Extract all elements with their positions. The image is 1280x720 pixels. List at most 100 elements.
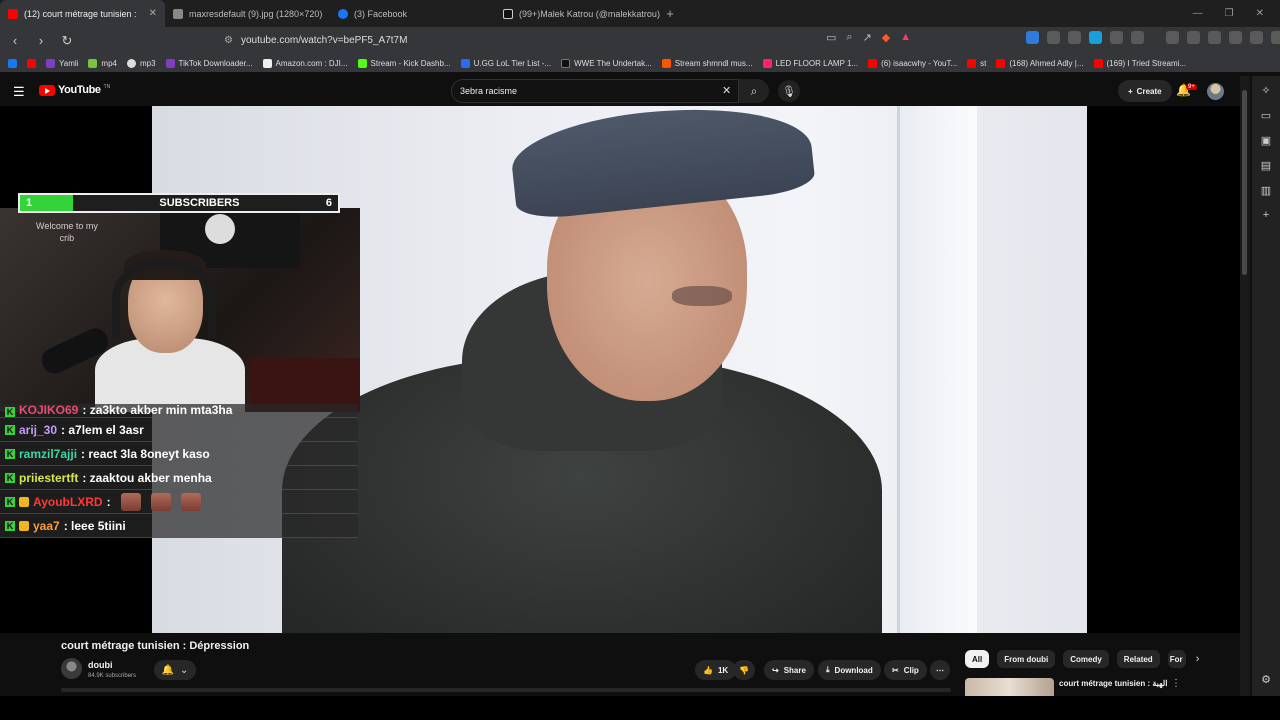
puzzle-icon[interactable] [1110, 31, 1123, 44]
reload-icon[interactable]: ↻ [58, 33, 76, 49]
download-button[interactable]: ⤓ Download [818, 660, 881, 680]
restore-icon[interactable]: ❐ [1225, 8, 1234, 19]
new-tab-icon[interactable]: + [660, 6, 680, 21]
chevron-right-icon[interactable]: › [1196, 653, 1200, 665]
webcam-text-line: crib [59, 233, 75, 243]
bookmark-item[interactable]: TikTok Downloader... [165, 58, 253, 68]
bookmark-item[interactable]: Stream - Kick Dashb... [357, 58, 451, 68]
bookmark-item[interactable]: (169) I Tried Streami... [1093, 58, 1186, 68]
add-panel-icon[interactable]: + [1263, 209, 1269, 221]
channel-name[interactable]: doubi [88, 660, 113, 670]
voice-search-icon[interactable]: 🎙 [778, 80, 800, 102]
download-label: Download [834, 665, 873, 675]
more-vertical-icon[interactable]: ⋮ [1171, 678, 1181, 689]
browser-tab[interactable]: (12) court métrage tunisien : ✕ [0, 0, 165, 27]
brave-shield-icon[interactable]: ◆ [882, 31, 890, 44]
chat-user: AyoubLXRD [33, 494, 103, 509]
tab-title: (99+)Malek Katrou (@malekkatrou) | [519, 8, 660, 19]
bookmarks-panel-icon[interactable]: ▤ [1261, 159, 1271, 172]
bookmark-item[interactable]: st [967, 58, 986, 68]
address-bar-actions: ▭ ⌕ ↗ ◆ ▲ [826, 31, 911, 44]
chat-user: arij_30 [19, 422, 58, 437]
bell-icon: 🔔 [161, 664, 175, 676]
wallet-icon[interactable]: ▣ [1261, 134, 1271, 147]
goal-progress-fill: 1 [20, 195, 73, 211]
dislike-button[interactable]: 👎 [733, 660, 755, 680]
bookmark-item[interactable]: Yamli [46, 58, 78, 68]
forward-icon[interactable]: › [32, 33, 50, 48]
cast-icon[interactable]: ▭ [826, 31, 836, 44]
site-info-icon[interactable]: ⚙ [224, 35, 233, 46]
extension-icon[interactable] [1047, 31, 1060, 44]
recommended-video-title[interactable]: court métrage tunisien : الهبة [1059, 679, 1167, 688]
chip-comedy[interactable]: Comedy [1063, 650, 1109, 668]
share-page-icon[interactable]: ↗ [863, 31, 872, 44]
minimize-icon[interactable]: — [1193, 8, 1203, 19]
notifications-toggle-button[interactable]: 🔔 ⌄ [154, 660, 196, 680]
reading-mode-icon[interactable]: ▭ [1261, 109, 1271, 122]
menu-icon[interactable] [1271, 31, 1280, 44]
webcam-text-line: Welcome to my [36, 221, 98, 231]
more-actions-button[interactable]: ⋯ [930, 660, 950, 680]
bookmark-item[interactable]: (168) Ahmed Adly |... [996, 58, 1084, 68]
scrollbar-thumb[interactable] [1242, 90, 1247, 275]
zoom-icon[interactable]: ⌕ [846, 31, 852, 44]
bookmark-item[interactable] [27, 58, 36, 68]
clear-search-icon[interactable]: ✕ [722, 84, 731, 97]
recommended-video-thumbnail[interactable] [965, 678, 1054, 696]
bookmark-item[interactable]: LED FLOOR LAMP 1... [762, 58, 858, 68]
account-avatar[interactable] [1207, 83, 1224, 100]
wallet-icon[interactable] [1229, 31, 1242, 44]
leo-icon[interactable] [1250, 31, 1263, 44]
music-icon[interactable] [1187, 31, 1200, 44]
sidebar-icon[interactable] [1208, 31, 1221, 44]
browser-tab[interactable]: (99+)Malek Katrou (@malekkatrou) | [495, 0, 660, 27]
extension-icon[interactable] [1089, 31, 1102, 44]
close-tab-icon[interactable]: ✕ [149, 8, 157, 19]
bookmark-item[interactable]: mp3 [126, 58, 156, 68]
back-icon[interactable]: ‹ [6, 33, 24, 48]
extension-icon[interactable] [1068, 31, 1081, 44]
close-window-icon[interactable]: ✕ [1256, 8, 1264, 19]
goal-target: 6 [325, 197, 332, 209]
bookmark-item[interactable]: Stream shmndl mus... [661, 58, 753, 68]
extension-icon[interactable] [1026, 31, 1039, 44]
hamburger-menu-icon[interactable]: ☰ [13, 84, 25, 100]
chat-text: : zaaktou akber menha [82, 470, 212, 485]
chip-for-you[interactable]: For [1167, 650, 1186, 668]
bookmark-item[interactable]: Amazon.com : DJI... [262, 58, 348, 68]
clip-label: Clip [903, 665, 919, 675]
chip-related[interactable]: Related [1116, 650, 1160, 668]
video-player[interactable]: Welcome to my crib 1 SUBSCRIBERS 6 K KOJ… [0, 106, 1240, 633]
leo-ai-icon[interactable]: ✧ [1261, 84, 1270, 97]
youtube-logo[interactable]: YouTube TN [39, 84, 110, 96]
bookmark-item[interactable]: WWE The Undertak... [561, 58, 652, 68]
image-favicon-icon [173, 8, 183, 19]
chip-all[interactable]: All [965, 650, 990, 668]
video-person-mustache [672, 286, 732, 306]
clip-button[interactable]: ✂ Clip [884, 660, 927, 680]
scissors-icon: ✂ [892, 665, 899, 675]
share-button[interactable]: ↪ Share [764, 660, 814, 680]
bookmark-item[interactable]: mp4 [88, 58, 117, 68]
browser-tab[interactable]: maxresdefault (9).jpg (1280×720) [165, 0, 330, 27]
bookmark-item[interactable]: U.GG LoL Tier List -... [460, 58, 551, 68]
reading-list-icon[interactable]: ▥ [1261, 184, 1271, 197]
plus-icon: + [1128, 86, 1133, 96]
browser-side-panel: ✧ ▭ ▣ ▤ ▥ + ⚙ [1252, 76, 1280, 696]
download-icon[interactable] [1166, 31, 1179, 44]
extension-icon[interactable] [1131, 31, 1144, 44]
chip-from-channel[interactable]: From doubi [997, 650, 1056, 668]
settings-gear-icon[interactable]: ⚙ [1261, 673, 1271, 686]
search-button[interactable]: ⌕ [739, 79, 769, 103]
channel-avatar[interactable] [61, 658, 82, 679]
bookmark-item[interactable] [8, 58, 17, 68]
search-input[interactable]: 3ebra racisme [451, 79, 739, 103]
brave-rewards-icon[interactable]: ▲ [900, 31, 911, 44]
create-button[interactable]: + Create [1118, 80, 1172, 102]
bookmark-label: Amazon.com : DJI... [275, 58, 348, 68]
like-button[interactable]: 👍 1K [695, 660, 737, 680]
bookmark-item[interactable]: (6) isaacwhy - YouT... [868, 58, 957, 68]
browser-tab[interactable]: (3) Facebook [330, 0, 495, 27]
page-scrollbar[interactable] [1240, 76, 1250, 696]
